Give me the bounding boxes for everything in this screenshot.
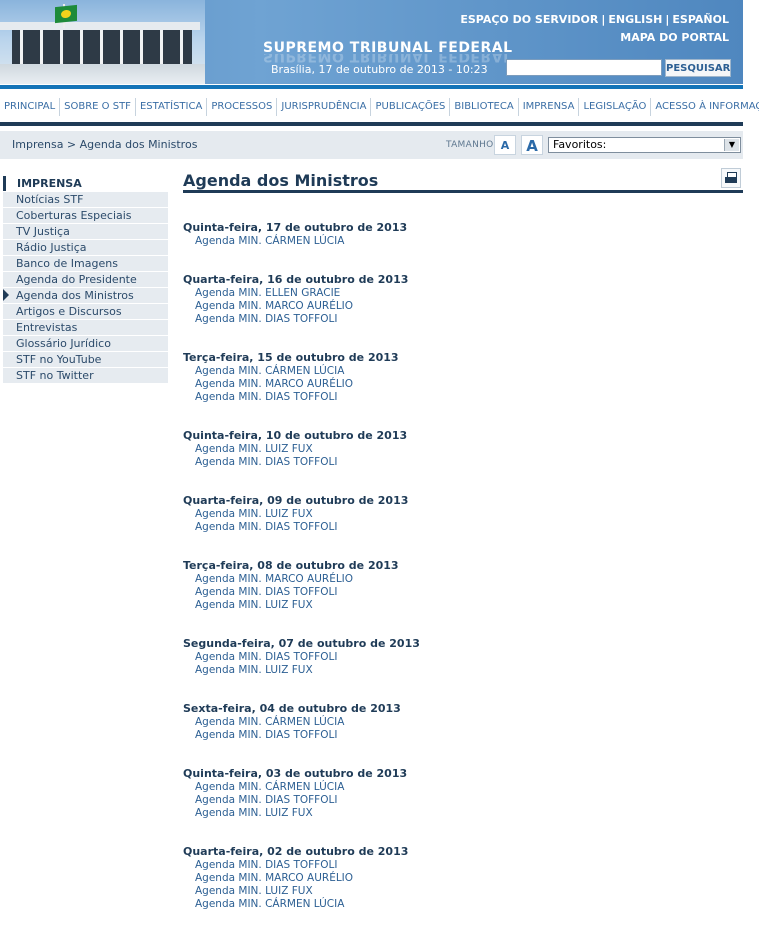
favoritos-selected: Favoritos: <box>553 138 607 151</box>
agenda-day: Quinta-feira, 17 de outubro de 2013 Agend… <box>183 221 743 248</box>
nav-jurisprudencia[interactable]: JURISPRUDÊNCIA <box>277 98 372 116</box>
breadcrumb: Imprensa > Agenda dos Ministros <box>12 138 197 151</box>
sidebar: IMPRENSA Notícias STF Coberturas Especia… <box>3 176 168 383</box>
sidebar-item-entrevistas[interactable]: Entrevistas <box>3 320 168 335</box>
nav-principal[interactable]: PRINCIPAL <box>0 98 61 116</box>
agenda-minister-link[interactable]: Agenda MIN. MARCO AURÉLIO <box>183 573 743 586</box>
page-title: Agenda dos Ministros <box>183 171 379 190</box>
agenda-minister-link[interactable]: Agenda MIN. CÁRMEN LÚCIA <box>183 898 743 911</box>
sidebar-item-noticias[interactable]: Notícias STF <box>3 192 168 207</box>
agenda-minister-link[interactable]: Agenda MIN. LUIZ FUX <box>183 508 743 521</box>
agenda-minister-link[interactable]: Agenda MIN. LUIZ FUX <box>183 807 743 820</box>
chevron-down-icon[interactable]: ▼ <box>724 139 739 151</box>
agenda-day: Quarta-feira, 02 de outubro de 2013 Agend… <box>183 845 743 911</box>
sidebar-item-tv-justica[interactable]: TV Justiça <box>3 224 168 239</box>
nav-legislacao[interactable]: LEGISLAÇÃO <box>579 98 652 116</box>
stf-building-photo <box>0 0 205 84</box>
agenda-day-heading: Quinta-feira, 10 de outubro de 2013 <box>183 429 408 442</box>
breadcrumb-separator: > <box>63 138 80 151</box>
agenda-day-heading: Segunda-feira, 07 de outubro de 2013 <box>183 637 420 650</box>
language-links: ESPAÇO DO SERVIDOR | ENGLISH | ESPAÑOL <box>460 13 729 26</box>
sidebar-item-agenda-ministros[interactable]: Agenda dos Ministros <box>3 288 168 303</box>
agenda-day-heading: Sexta-feira, 04 de outubro de 2013 <box>183 702 401 715</box>
sidebar-item-artigos[interactable]: Artigos e Discursos <box>3 304 168 319</box>
link-espaco-servidor[interactable]: ESPAÇO DO SERVIDOR <box>460 13 598 26</box>
breadcrumb-bar: Imprensa > Agenda dos Ministros TAMANHO … <box>0 131 743 159</box>
agenda-list: Quinta-feira, 17 de outubro de 2013 Agend… <box>183 221 743 936</box>
agenda-day-heading: Terça-feira, 15 de outubro de 2013 <box>183 351 399 364</box>
agenda-minister-link[interactable]: Agenda MIN. DIAS TOFFOLI <box>183 521 743 534</box>
agenda-day-heading: Quinta-feira, 03 de outubro de 2013 <box>183 767 408 780</box>
breadcrumb-current: Agenda dos Ministros <box>79 138 198 151</box>
sidebar-title: IMPRENSA <box>3 176 168 191</box>
site-header: SUPREMO TRIBUNAL FEDERAL SUPREMO TRIBUNA… <box>0 0 743 84</box>
agenda-minister-link[interactable]: Agenda MIN. LUIZ FUX <box>183 664 743 677</box>
title-divider <box>183 190 743 193</box>
breadcrumb-imprensa[interactable]: Imprensa <box>12 138 63 151</box>
agenda-minister-link[interactable]: Agenda MIN. CÁRMEN LÚCIA <box>183 365 743 378</box>
agenda-minister-link[interactable]: Agenda MIN. MARCO AURÉLIO <box>183 300 743 313</box>
nav-estatistica[interactable]: ESTATÍSTICA <box>136 98 208 116</box>
agenda-minister-link[interactable]: Agenda MIN. LUIZ FUX <box>183 599 743 612</box>
agenda-minister-link[interactable]: Agenda MIN. CÁRMEN LÚCIA <box>183 781 743 794</box>
agenda-day: Quarta-feira, 09 de outubro de 2013 Agend… <box>183 494 743 534</box>
sidebar-item-coberturas[interactable]: Coberturas Especiais <box>3 208 168 223</box>
agenda-minister-link[interactable]: Agenda MIN. MARCO AURÉLIO <box>183 872 743 885</box>
font-increase-button[interactable]: A <box>521 135 543 155</box>
search-button[interactable]: PESQUISAR <box>665 59 731 77</box>
link-mapa-portal[interactable]: MAPA DO PORTAL <box>620 31 729 44</box>
sidebar-item-radio-justica[interactable]: Rádio Justiça <box>3 240 168 255</box>
agenda-day-heading: Quarta-feira, 09 de outubro de 2013 <box>183 494 409 507</box>
agenda-day: Quarta-feira, 16 de outubro de 2013 Agend… <box>183 273 743 326</box>
favoritos-select[interactable]: Favoritos: ▼ <box>548 137 741 153</box>
link-espanol[interactable]: ESPAÑOL <box>672 13 729 26</box>
nav-biblioteca[interactable]: BIBLIOTECA <box>450 98 519 116</box>
main-content: Agenda dos Ministros Quinta-feira, 17 de… <box>183 168 743 910</box>
link-english[interactable]: ENGLISH <box>608 13 662 26</box>
agenda-minister-link[interactable]: Agenda MIN. DIAS TOFFOLI <box>183 729 743 742</box>
sidebar-item-youtube[interactable]: STF no YouTube <box>3 352 168 367</box>
agenda-minister-link[interactable]: Agenda MIN. CÁRMEN LÚCIA <box>183 716 743 729</box>
nav-bottom-divider <box>0 122 743 126</box>
agenda-day: Segunda-feira, 07 de outubro de 2013 Agen… <box>183 637 743 677</box>
agenda-minister-link[interactable]: Agenda MIN. DIAS TOFFOLI <box>183 859 743 872</box>
agenda-minister-link[interactable]: Agenda MIN. DIAS TOFFOLI <box>183 456 743 469</box>
agenda-minister-link[interactable]: Agenda MIN. LUIZ FUX <box>183 443 743 456</box>
sidebar-item-twitter[interactable]: STF no Twitter <box>3 368 168 383</box>
agenda-day-heading: Quinta-feira, 17 de outubro de 2013 <box>183 221 408 234</box>
sidebar-item-agenda-presidente[interactable]: Agenda do Presidente <box>3 272 168 287</box>
agenda-day: Sexta-feira, 04 de outubro de 2013 Agenda… <box>183 702 743 742</box>
brazil-flag-icon <box>55 4 77 24</box>
nav-top-divider <box>0 85 743 89</box>
nav-acesso-informacao[interactable]: ACESSO À INFORMAÇÃO <box>651 98 759 116</box>
printer-icon[interactable] <box>721 168 741 188</box>
agenda-minister-link[interactable]: Agenda MIN. LUIZ FUX <box>183 885 743 898</box>
sidebar-item-glossario[interactable]: Glossário Jurídico <box>3 336 168 351</box>
nav-publicacoes[interactable]: PUBLICAÇÕES <box>371 98 451 116</box>
agenda-day: Quinta-feira, 03 de outubro de 2013 Agend… <box>183 767 743 820</box>
agenda-minister-link[interactable]: Agenda MIN. DIAS TOFFOLI <box>183 586 743 599</box>
nav-imprensa[interactable]: IMPRENSA <box>519 98 580 116</box>
search-input[interactable] <box>506 59 662 76</box>
agenda-day: Terça-feira, 08 de outubro de 2013 Agenda… <box>183 559 743 612</box>
font-decrease-button[interactable]: A <box>494 135 516 155</box>
agenda-minister-link[interactable]: Agenda MIN. MARCO AURÉLIO <box>183 378 743 391</box>
nav-processos[interactable]: PROCESSOS <box>207 98 278 116</box>
agenda-minister-link[interactable]: Agenda MIN. DIAS TOFFOLI <box>183 313 743 326</box>
agenda-minister-link[interactable]: Agenda MIN. DIAS TOFFOLI <box>183 651 743 664</box>
nav-sobre-stf[interactable]: SOBRE O STF <box>60 98 136 116</box>
font-size-label: TAMANHO <box>446 140 494 150</box>
sidebar-item-banco-imagens[interactable]: Banco de Imagens <box>3 256 168 271</box>
agenda-minister-link[interactable]: Agenda MIN. ELLEN GRACIE <box>183 287 743 300</box>
agenda-day: Quinta-feira, 10 de outubro de 2013 Agend… <box>183 429 743 469</box>
header-date: Brasília, 17 de outubro de 2013 - 10:23 <box>271 63 488 76</box>
agenda-minister-link[interactable]: Agenda MIN. CÁRMEN LÚCIA <box>183 235 743 248</box>
agenda-day-heading: Quarta-feira, 16 de outubro de 2013 <box>183 273 409 286</box>
agenda-day-heading: Quarta-feira, 02 de outubro de 2013 <box>183 845 409 858</box>
agenda-day-heading: Terça-feira, 08 de outubro de 2013 <box>183 559 399 572</box>
agenda-minister-link[interactable]: Agenda MIN. DIAS TOFFOLI <box>183 391 743 404</box>
main-nav: PRINCIPAL SOBRE O STF ESTATÍSTICA PROCES… <box>0 94 759 120</box>
agenda-minister-link[interactable]: Agenda MIN. DIAS TOFFOLI <box>183 794 743 807</box>
agenda-day: Terça-feira, 15 de outubro de 2013 Agenda… <box>183 351 743 404</box>
